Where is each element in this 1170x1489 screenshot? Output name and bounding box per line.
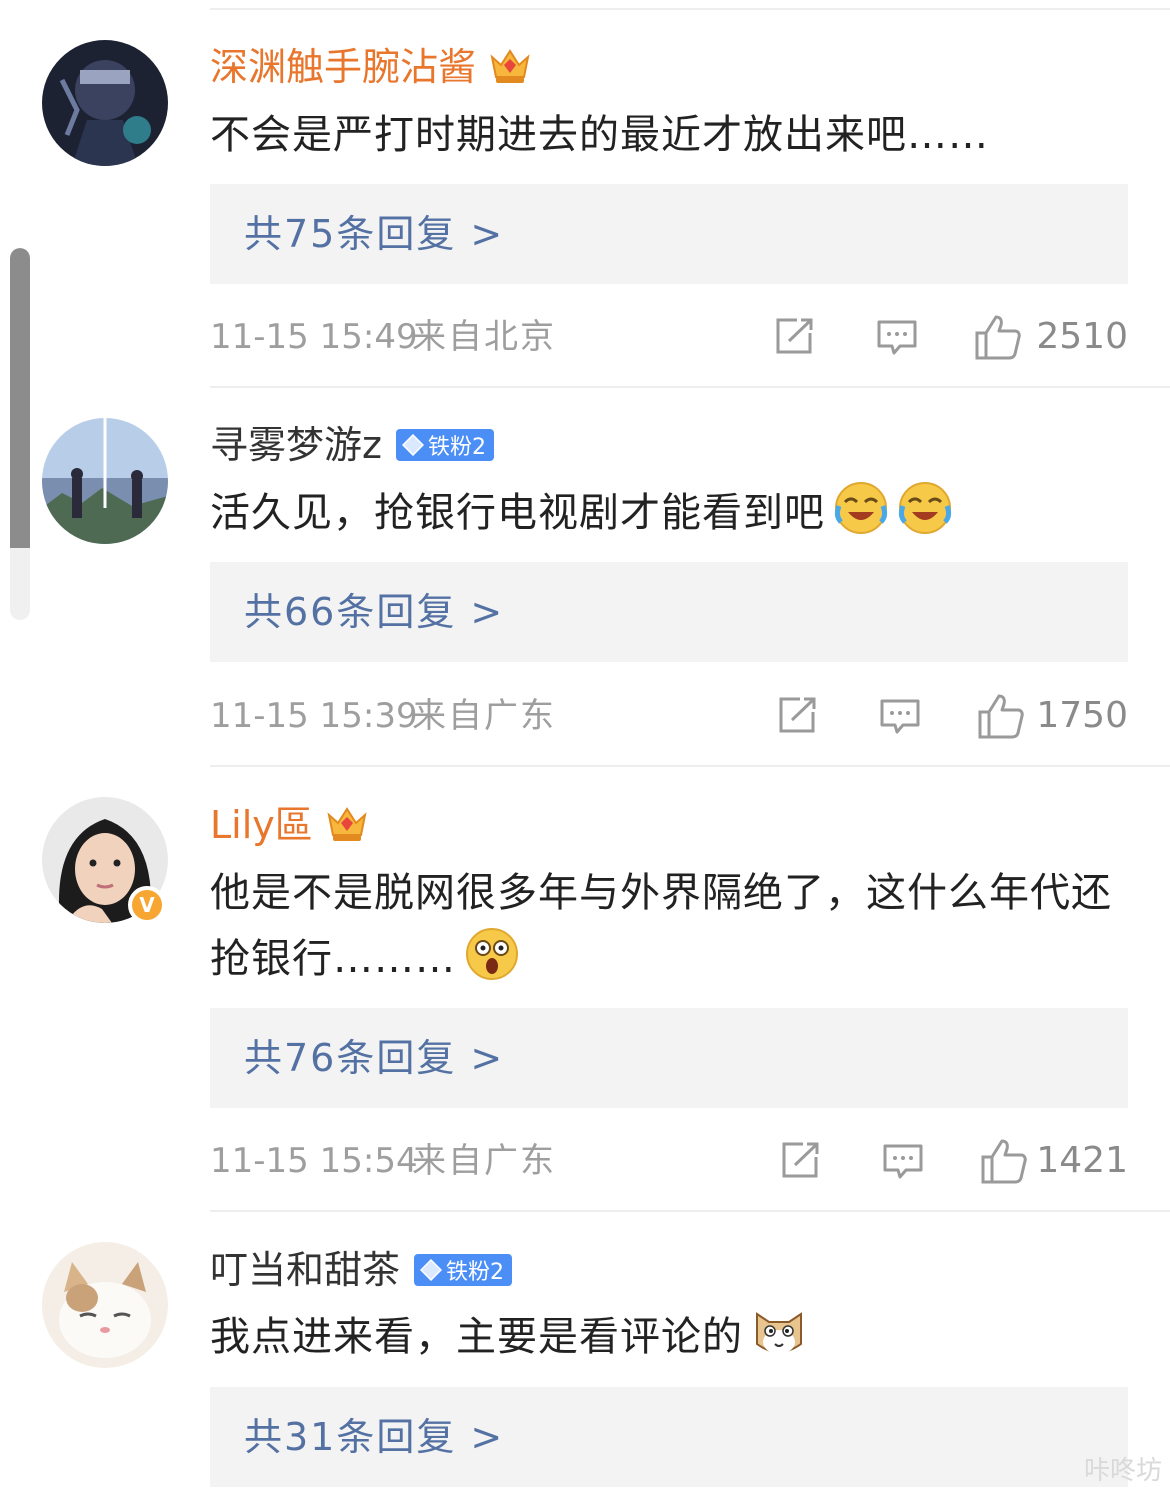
comment-text-content: 活久见，抢银行电视剧才能看到吧	[210, 490, 825, 536]
laughing-crying-emoji	[833, 480, 889, 556]
fan-badge: 铁粉2	[395, 429, 494, 461]
comment-text-content: 他是不是脱网很多年与外界隔绝了，这什么年代还抢银行………	[210, 870, 1112, 982]
avatar[interactable]	[42, 40, 168, 166]
view-replies-link[interactable]: 共76条回复 >	[244, 1008, 504, 1108]
comment-text: 不会是严打时期进去的最近才放出来吧……	[210, 102, 1140, 168]
username[interactable]: Lily區	[210, 800, 313, 850]
comment-icon[interactable]	[882, 1143, 924, 1185]
crown-icon	[325, 803, 369, 847]
timestamp: 11-15 15:54	[210, 1141, 418, 1181]
like-count: 1421	[1036, 1140, 1128, 1181]
divider	[210, 765, 1170, 767]
watermark: 咔咚坊	[1083, 1456, 1162, 1486]
reply-box[interactable]: 共75条回复 >	[210, 184, 1128, 284]
like-icon[interactable]	[980, 1137, 1028, 1189]
scrollbar-thumb[interactable]	[10, 248, 30, 548]
timestamp: 11-15 15:39	[210, 696, 418, 736]
comment-meta: 11-15 15:39 来自广东 1750	[210, 691, 1128, 741]
share-icon[interactable]	[781, 1141, 821, 1183]
verified-badge: V	[128, 886, 166, 924]
reply-box[interactable]: 共31条回复 >	[210, 1387, 1128, 1487]
timestamp: 11-15 15:49	[210, 317, 418, 357]
avatar[interactable]	[42, 1242, 168, 1368]
cat-emoji	[751, 1304, 807, 1380]
diamond-icon	[401, 434, 424, 456]
fan-badge-label: 铁粉2	[427, 435, 486, 460]
divider	[210, 386, 1170, 388]
shocked-emoji	[464, 926, 520, 1002]
location: 来自广东	[412, 1141, 556, 1181]
location: 来自北京	[412, 317, 556, 357]
scrollbar[interactable]	[10, 248, 30, 620]
like-count: 2510	[1036, 316, 1128, 357]
diamond-icon	[420, 1259, 443, 1281]
crown-icon	[488, 45, 532, 89]
like-count: 1750	[1036, 695, 1128, 736]
like-icon[interactable]	[977, 692, 1025, 744]
comment-text: 活久见，抢银行电视剧才能看到吧	[210, 480, 1140, 556]
like-icon[interactable]	[974, 313, 1022, 365]
user-row: 寻雾梦游z 铁粉2	[210, 420, 494, 470]
avatar[interactable]	[42, 418, 168, 544]
reply-box[interactable]: 共66条回复 >	[210, 562, 1128, 662]
view-replies-link[interactable]: 共31条回复 >	[244, 1387, 504, 1487]
comment-text-content: 我点进来看，主要是看评论的	[210, 1314, 743, 1360]
user-row: 叮当和甜茶 铁粉2	[210, 1245, 513, 1295]
divider	[210, 1210, 1170, 1212]
share-icon[interactable]	[775, 317, 815, 359]
user-row: 深渊触手腕沾酱	[210, 42, 532, 92]
comment-text: 我点进来看，主要是看评论的	[210, 1304, 1140, 1380]
view-replies-link[interactable]: 共66条回复 >	[244, 562, 504, 662]
share-icon[interactable]	[778, 696, 818, 738]
laughing-crying-emoji	[897, 480, 953, 556]
username[interactable]: 深渊触手腕沾酱	[210, 42, 476, 92]
user-row: Lily區	[210, 800, 369, 850]
location: 来自广东	[412, 696, 556, 736]
fan-badge: 铁粉2	[414, 1254, 513, 1286]
reply-box[interactable]: 共76条回复 >	[210, 1008, 1128, 1108]
fan-badge-label: 铁粉2	[446, 1260, 505, 1285]
comment-meta: 11-15 15:49 来自北京 2510	[210, 312, 1128, 362]
username[interactable]: 寻雾梦游z	[210, 420, 382, 470]
comment-text: 他是不是脱网很多年与外界隔绝了，这什么年代还抢银行………	[210, 860, 1140, 1002]
comment-icon[interactable]	[876, 319, 918, 361]
comment-icon[interactable]	[879, 698, 921, 740]
comment-text-content: 不会是严打时期进去的最近才放出来吧……	[210, 112, 989, 158]
username[interactable]: 叮当和甜茶	[210, 1245, 400, 1295]
top-divider	[210, 8, 1170, 10]
view-replies-link[interactable]: 共75条回复 >	[244, 184, 504, 284]
comment-meta: 11-15 15:54 来自广东 1421	[210, 1136, 1128, 1186]
